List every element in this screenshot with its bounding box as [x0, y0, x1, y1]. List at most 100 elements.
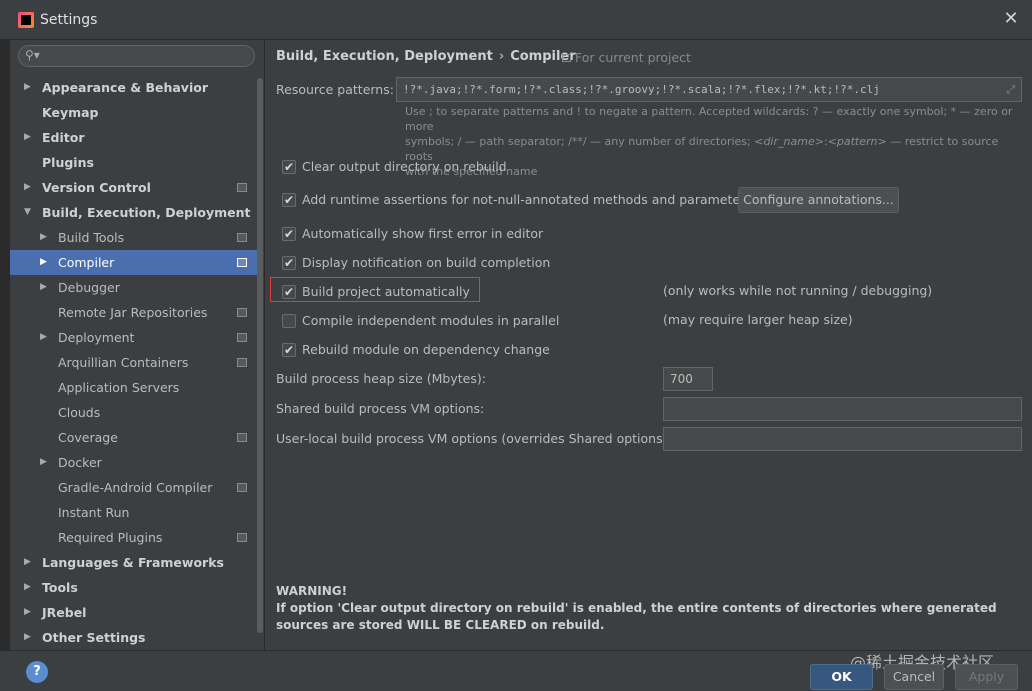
resource-patterns-field[interactable]: !?*.java;!?*.form;!?*.class;!?*.groovy;!… — [396, 77, 1022, 102]
project-scope-icon — [237, 533, 247, 542]
project-scope-icon — [562, 54, 571, 62]
warning-title: WARNING! — [276, 584, 348, 598]
sidebar-item-label: Gradle-Android Compiler — [58, 480, 213, 495]
sidebar-item-label: Build Tools — [58, 230, 125, 245]
user-vm-options-field[interactable] — [663, 427, 1022, 451]
breadcrumb-item: Build, Execution, Deployment — [276, 49, 493, 64]
cancel-button[interactable]: Cancel — [884, 664, 944, 690]
sidebar-item[interactable]: ▶ Docker — [10, 450, 257, 475]
project-scope-icon — [237, 433, 247, 442]
sidebar-item[interactable]: Arquillian Containers — [10, 350, 257, 375]
chevron-right-icon[interactable]: ▶ — [24, 125, 31, 150]
settings-tree: ▶ Appearance & Behavior Keymap ▶ Editor Plugi… — [10, 75, 257, 650]
chevron-down-icon[interactable]: ▼ — [24, 200, 31, 225]
shared-vm-options-field[interactable] — [663, 397, 1022, 421]
sidebar-item-label: Editor — [42, 130, 85, 145]
option-note: (may require larger heap size) — [663, 312, 853, 327]
chevron-right-icon[interactable]: ▶ — [40, 225, 47, 250]
sidebar-item-label: Appearance & Behavior — [42, 80, 208, 95]
sidebar-item[interactable]: ▶ Deployment — [10, 325, 257, 350]
sidebar-item-label: Languages & Frameworks — [42, 555, 224, 570]
project-scope-icon — [237, 233, 247, 242]
compiler-settings-panel: Build, Execution, Deployment › Compiler Fo… — [266, 40, 1032, 650]
sidebar-item[interactable]: ▶ Version Control — [10, 175, 257, 200]
warning-text: If option 'Clear output directory on reb… — [276, 601, 997, 632]
close-icon[interactable]: ✕ — [1000, 8, 1022, 30]
sidebar-item-label: Keymap — [42, 105, 99, 120]
sidebar-item-label: Application Servers — [58, 380, 180, 395]
checkbox[interactable] — [282, 314, 296, 328]
hint-line: Use ; to separate patterns and ! to nega… — [405, 105, 1013, 133]
chevron-right-icon[interactable]: ▶ — [40, 275, 47, 300]
intellij-app-icon — [18, 12, 34, 28]
sidebar-item-label: Other Settings — [42, 630, 146, 645]
chevron-right-icon[interactable]: ▶ — [24, 625, 31, 650]
sidebar-item[interactable]: Plugins — [10, 150, 257, 175]
sidebar-item[interactable]: ▶ Editor — [10, 125, 257, 150]
option-label: Automatically show first error in editor — [302, 226, 544, 241]
search-icon: ⚲▾ — [25, 48, 40, 62]
sidebar-item-label: Required Plugins — [58, 530, 163, 545]
heap-size-label: Build process heap size (Mbytes): — [276, 371, 486, 386]
window-title: Settings — [40, 12, 98, 28]
expand-icon[interactable]: ⤢ — [1006, 78, 1015, 101]
option-label: Add runtime assertions for not-null-anno… — [302, 192, 752, 207]
project-scope-icon — [237, 308, 247, 317]
search-input[interactable]: ⚲▾ — [18, 45, 255, 67]
resource-patterns-label: Resource patterns: — [276, 82, 394, 97]
sidebar-item[interactable]: Gradle-Android Compiler — [10, 475, 257, 500]
heap-size-field[interactable]: 700 — [663, 367, 713, 391]
sidebar-item-label: Coverage — [58, 430, 118, 445]
sidebar-item[interactable]: Required Plugins — [10, 525, 257, 550]
sidebar-item[interactable]: ▶ Build Tools — [10, 225, 257, 250]
sidebar-item-label: Version Control — [42, 180, 151, 195]
sidebar-scrollbar[interactable] — [257, 78, 263, 633]
option-label: Rebuild module on dependency change — [302, 342, 550, 357]
chevron-right-icon[interactable]: ▶ — [24, 75, 31, 100]
checkbox[interactable] — [282, 340, 296, 360]
sidebar-item[interactable]: ▶ Appearance & Behavior — [10, 75, 257, 100]
sidebar-item-label: Clouds — [58, 405, 101, 420]
sidebar-item[interactable]: ▶ Languages & Frameworks — [10, 550, 257, 575]
sidebar-item[interactable]: ▶ JRebel — [10, 600, 257, 625]
ok-button[interactable]: OK — [810, 664, 873, 690]
sidebar-item-label: Tools — [42, 580, 78, 595]
sidebar-item[interactable]: Clouds — [10, 400, 257, 425]
option-note: (only works while not running / debuggin… — [663, 283, 933, 298]
sidebar-item[interactable]: Keymap — [10, 100, 257, 125]
checkbox[interactable] — [282, 224, 296, 244]
chevron-right-icon[interactable]: ▶ — [24, 600, 31, 625]
chevron-right-icon[interactable]: ▶ — [24, 575, 31, 600]
chevron-right-icon[interactable]: ▶ — [40, 250, 47, 275]
configure-annotations-button[interactable]: Configure annotations... — [738, 187, 899, 213]
checkbox[interactable] — [282, 157, 296, 177]
title-bar: Settings ✕ — [0, 0, 1032, 40]
sidebar-item[interactable]: ▶ Tools — [10, 575, 257, 600]
chevron-right-icon[interactable]: ▶ — [24, 550, 31, 575]
project-scope-icon — [237, 358, 247, 367]
sidebar-item[interactable]: ▶ Debugger — [10, 275, 257, 300]
sidebar-item-label: Arquillian Containers — [58, 355, 189, 370]
sidebar-item[interactable]: ▶ Other Settings — [10, 625, 257, 650]
background-window-edge — [0, 40, 10, 691]
shared-vm-options-label: Shared build process VM options: — [276, 401, 485, 416]
chevron-right-icon[interactable]: ▶ — [40, 450, 47, 475]
sidebar-item[interactable]: ▼ Build, Execution, Deployment — [10, 200, 257, 225]
resource-patterns-value: !?*.java;!?*.form;!?*.class;!?*.groovy;!… — [403, 83, 880, 96]
checkbox[interactable] — [282, 253, 296, 273]
sidebar-item[interactable]: Remote Jar Repositories — [10, 300, 257, 325]
project-scope-icon — [237, 483, 247, 492]
option-label: Display notification on build completion — [302, 255, 551, 270]
sidebar-item[interactable]: Instant Run — [10, 500, 257, 525]
chevron-right-icon[interactable]: ▶ — [40, 325, 47, 350]
sidebar-item[interactable]: Application Servers — [10, 375, 257, 400]
apply-button[interactable]: Apply — [955, 664, 1018, 690]
checkbox[interactable] — [282, 190, 296, 210]
sidebar-item-label: Debugger — [58, 280, 120, 295]
settings-sidebar: ⚲▾ ▶ Appearance & Behavior Keymap ▶ Editor Pl… — [10, 40, 265, 650]
help-button[interactable]: ? — [26, 661, 48, 683]
for-current-project: For current project — [562, 50, 691, 65]
chevron-right-icon[interactable]: ▶ — [24, 175, 31, 200]
sidebar-item[interactable]: Coverage — [10, 425, 257, 450]
sidebar-item[interactable]: ▶ Compiler — [10, 250, 257, 275]
